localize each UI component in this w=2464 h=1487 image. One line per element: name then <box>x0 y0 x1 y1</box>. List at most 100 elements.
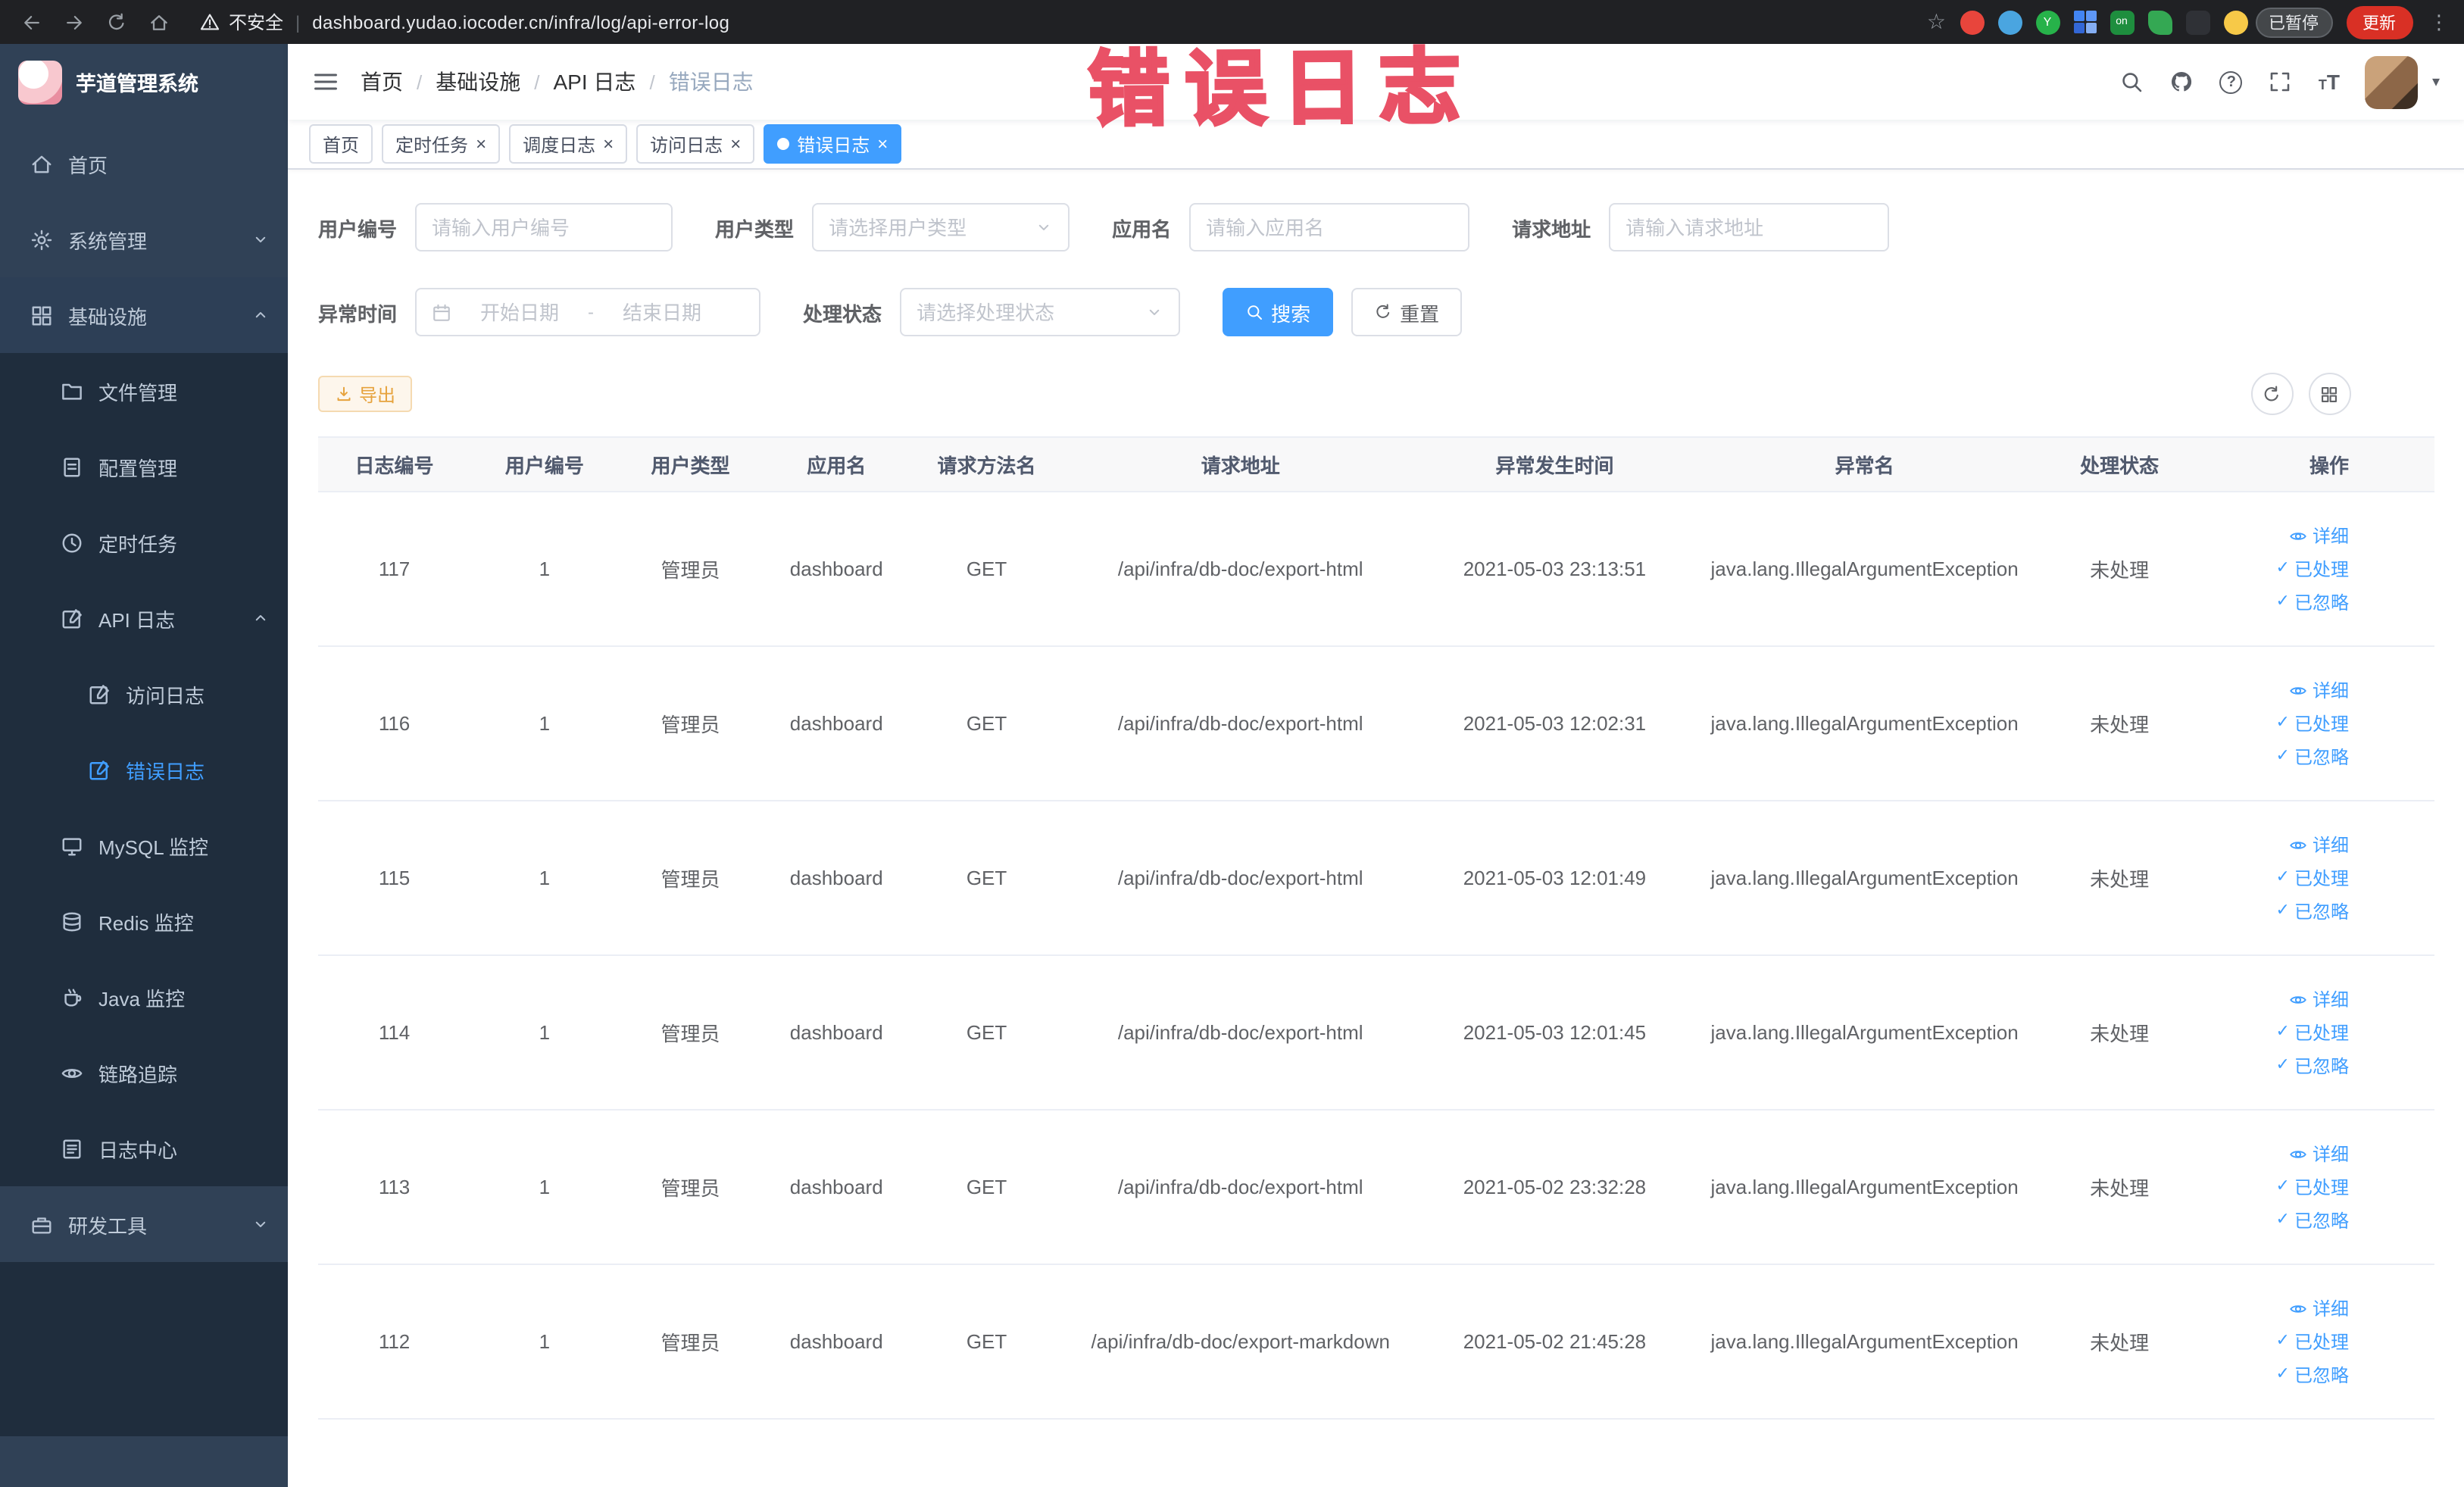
tag-job[interactable]: 定时任务 × <box>382 124 501 164</box>
close-icon[interactable]: × <box>730 135 741 153</box>
ignored-link[interactable]: ✓ 已忽略 <box>2207 1204 2349 1237</box>
extension-icon-tampermonkey[interactable] <box>2185 10 2209 34</box>
user-type-select[interactable] <box>829 216 1026 239</box>
detail-link[interactable]: 详细 <box>2207 1137 2349 1170</box>
user-id-input[interactable] <box>432 216 657 239</box>
sidebar-item-file[interactable]: 文件管理 <box>0 353 288 429</box>
breadcrumb-home[interactable]: 首页 <box>361 67 403 97</box>
extension-icon-red[interactable] <box>1960 10 1984 34</box>
process-status-select[interactable] <box>917 301 1137 323</box>
chevron-down-icon <box>1035 218 1053 236</box>
user-avatar[interactable] <box>2365 55 2419 108</box>
sidebar-item-java[interactable]: Java 监控 <box>0 959 288 1035</box>
cell-app-name: dashboard <box>762 492 910 647</box>
sidebar-item-devtools[interactable]: 研发工具 <box>0 1186 288 1262</box>
help-icon[interactable]: ? <box>2219 70 2243 93</box>
chrome-update-button[interactable]: 更新 <box>2346 5 2412 39</box>
home-icon[interactable] <box>142 5 176 39</box>
sidebar-item-redis[interactable]: Redis 监控 <box>0 883 288 959</box>
navbar-actions: ? TT ▾ <box>2120 55 2440 108</box>
browser-menu-icon[interactable]: ⋮ <box>2429 10 2449 34</box>
address-bar[interactable]: dashboard.yudao.iocoder.cn/infra/log/api… <box>312 11 729 33</box>
cell-log-id: 115 <box>318 801 471 956</box>
processed-link[interactable]: ✓ 已处理 <box>2207 707 2349 740</box>
sidebar-item-trace[interactable]: 链路追踪 <box>0 1035 288 1111</box>
refresh-icon <box>1374 303 1392 321</box>
processed-link[interactable]: ✓ 已处理 <box>2207 861 2349 895</box>
sidebar-item-api-log[interactable]: API 日志 <box>0 580 288 656</box>
sidebar-item-system[interactable]: 系统管理 <box>0 201 288 277</box>
extension-icon-green[interactable]: Y <box>2035 10 2060 34</box>
breadcrumb-api-log[interactable]: API 日志 <box>554 67 636 97</box>
bookmark-star-icon[interactable]: ☆ <box>1927 9 1946 35</box>
tag-schedule-log[interactable]: 调度日志 × <box>509 124 628 164</box>
calendar-icon <box>432 302 451 322</box>
app-name-input[interactable] <box>1206 216 1454 239</box>
table-row: 115 1 管理员 dashboard GET /api/infra/db-do… <box>318 801 2434 956</box>
ignored-link[interactable]: ✓ 已忽略 <box>2207 1358 2349 1392</box>
breadcrumb-infra[interactable]: 基础设施 <box>436 67 520 97</box>
ignored-link[interactable]: ✓ 已忽略 <box>2207 1049 2349 1082</box>
cell-app-name: dashboard <box>762 801 910 956</box>
cell-url: /api/infra/db-doc/export-html <box>1063 1110 1419 1265</box>
cell-exception: java.lang.IllegalArgumentException <box>1691 801 2038 956</box>
sidebar-item-log-center[interactable]: 日志中心 <box>0 1111 288 1186</box>
extension-icon-on[interactable]: on <box>2110 10 2134 34</box>
request-url-input[interactable] <box>1625 216 1873 239</box>
detail-link[interactable]: 详细 <box>2207 519 2349 552</box>
search-icon[interactable] <box>2120 70 2144 94</box>
processed-link[interactable]: ✓ 已处理 <box>2207 552 2349 586</box>
font-size-icon[interactable]: TT <box>2319 71 2340 92</box>
close-icon[interactable]: × <box>476 135 486 153</box>
ignored-link[interactable]: ✓ 已忽略 <box>2207 586 2349 619</box>
chevron-down-icon <box>251 1215 270 1233</box>
processed-link[interactable]: ✓ 已处理 <box>2207 1325 2349 1358</box>
cell-log-id: 113 <box>318 1110 471 1265</box>
tag-error-log[interactable]: 错误日志 × <box>764 124 902 164</box>
back-icon[interactable] <box>15 5 48 39</box>
detail-link[interactable]: 详细 <box>2207 828 2349 861</box>
extension-icon-blue[interactable] <box>1997 10 2022 34</box>
processed-link[interactable]: ✓ 已处理 <box>2207 1016 2349 1049</box>
sidebar-item-infra[interactable]: 基础设施 <box>0 277 288 353</box>
tag-access-log[interactable]: 访问日志 × <box>636 124 755 164</box>
github-icon[interactable] <box>2170 70 2194 94</box>
close-icon[interactable]: × <box>603 135 614 153</box>
detail-link[interactable]: 详细 <box>2207 673 2349 707</box>
refresh-icon[interactable] <box>2250 373 2293 415</box>
sidebar-item-job[interactable]: 定时任务 <box>0 505 288 580</box>
export-button[interactable]: 导出 <box>318 376 413 412</box>
paused-badge: 已暂停 <box>2255 7 2332 37</box>
sidebar-item-home[interactable]: 首页 <box>0 126 288 201</box>
filter-process-status: 处理状态 <box>803 288 1181 336</box>
hamburger-icon[interactable] <box>312 68 339 95</box>
extension-icon-leaf[interactable] <box>2147 10 2172 34</box>
table-row: 113 1 管理员 dashboard GET /api/infra/db-do… <box>318 1110 2434 1265</box>
sidebar-item-error-log[interactable]: 错误日志 <box>0 732 288 808</box>
start-date-input[interactable] <box>461 301 579 323</box>
tag-home[interactable]: 首页 <box>309 124 373 164</box>
column-settings-icon[interactable] <box>2308 373 2350 415</box>
detail-link[interactable]: 详细 <box>2207 1292 2349 1325</box>
ignored-link[interactable]: ✓ 已忽略 <box>2207 895 2349 928</box>
site-security[interactable]: 不安全 <box>200 9 283 35</box>
close-icon[interactable]: × <box>877 135 888 153</box>
reload-icon[interactable] <box>100 5 133 39</box>
ignored-link[interactable]: ✓ 已忽略 <box>2207 740 2349 773</box>
forward-icon[interactable] <box>58 5 91 39</box>
processed-link[interactable]: ✓ 已处理 <box>2207 1170 2349 1204</box>
table-row: 114 1 管理员 dashboard GET /api/infra/db-do… <box>318 955 2434 1111</box>
sidebar-item-mysql[interactable]: MySQL 监控 <box>0 808 288 883</box>
search-button[interactable]: 搜索 <box>1223 288 1334 336</box>
sidebar-item-access-log[interactable]: 访问日志 <box>0 656 288 732</box>
detail-link[interactable]: 详细 <box>2207 982 2349 1016</box>
sidebar-item-config[interactable]: 配置管理 <box>0 429 288 505</box>
end-date-input[interactable] <box>603 301 722 323</box>
avatar-caret-icon[interactable]: ▾ <box>2432 73 2440 90</box>
cell-actions: 详细 ✓ 已处理 ✓ 已忽略 <box>2200 801 2434 956</box>
paused-extension[interactable]: 已暂停 <box>2223 7 2332 37</box>
extension-icon-grid[interactable] <box>2073 11 2096 33</box>
app-logo[interactable]: 芋道管理系统 <box>0 44 288 120</box>
fullscreen-icon[interactable] <box>2269 70 2293 94</box>
reset-button[interactable]: 重置 <box>1351 288 1463 336</box>
